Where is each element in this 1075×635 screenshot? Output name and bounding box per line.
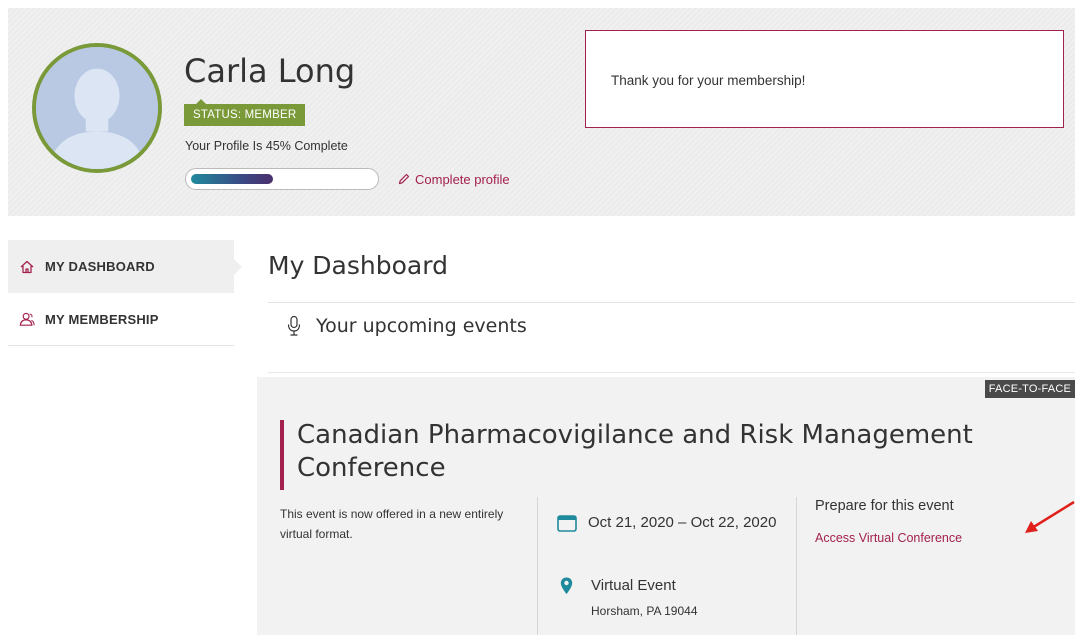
access-virtual-conference-link[interactable]: Access Virtual Conference [815,531,962,545]
event-description: This event is now offered in a new entir… [280,507,504,541]
prepare-heading: Prepare for this event [815,498,954,514]
event-dates: Oct 21, 2020 – Oct 22, 2020 [557,514,788,533]
upcoming-events-heading: Your upcoming events [286,315,527,337]
calendar-icon [557,515,577,532]
profile-progress-fill [191,174,273,184]
home-icon [19,259,35,275]
sidebar-item-my-dashboard[interactable]: MY DASHBOARD [8,240,242,293]
event-date-range: Oct 21, 2020 – Oct 22, 2020 [588,514,777,531]
complete-profile-label: Complete profile [415,172,510,187]
status-badge: STATUS: MEMBER [184,99,306,126]
default-user-avatar-icon [36,47,158,169]
sidebar-item-my-membership[interactable]: MY MEMBERSHIP [8,293,234,346]
members-icon [19,311,35,327]
sidebar-nav: MY DASHBOARD MY MEMBERSHIP [8,240,242,346]
membership-notice: Thank you for your membership! [585,30,1064,128]
profile-progress-bar [185,168,379,190]
microphone-icon [286,315,302,337]
event-type-tag: FACE-TO-FACE [984,380,1075,398]
venue-address: Horsham, PA 19044 [591,604,698,618]
location-pin-icon [560,577,573,594]
event-title[interactable]: Canadian Pharmacovigilance and Risk Mana… [297,419,1067,485]
page-title: My Dashboard [268,251,448,280]
avatar[interactable] [32,43,162,173]
column-divider [796,497,797,635]
section-heading-text: Your upcoming events [316,315,527,337]
divider [268,372,1075,373]
annotation-arrow-icon [1025,500,1075,533]
sidebar-item-label: MY MEMBERSHIP [45,311,159,327]
membership-notice-text: Thank you for your membership! [611,73,806,88]
pencil-icon [398,173,410,188]
divider [268,302,1075,303]
event-venue: Virtual Event Horsham, PA 19044 [557,577,698,619]
venue-name: Virtual Event [591,577,676,594]
event-card: FACE-TO-FACE Canadian Pharmacovigilance … [257,377,1075,635]
sidebar-item-label: MY DASHBOARD [45,259,155,274]
column-divider [537,497,538,635]
profile-header: Carla Long STATUS: MEMBER Your Profile I… [8,8,1075,216]
complete-profile-link[interactable]: Complete profile [398,172,510,188]
event-title-accent-bar [280,420,284,490]
user-name: Carla Long [184,52,356,90]
profile-completion-text: Your Profile Is 45% Complete [185,139,348,153]
